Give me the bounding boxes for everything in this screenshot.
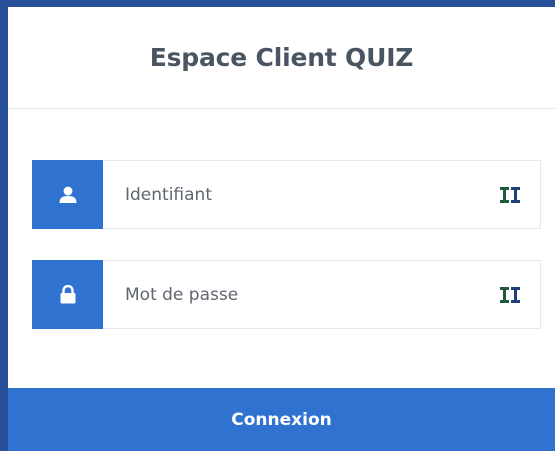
login-card: Espace Client QUIZ Identifiant Connexion bbox=[8, 7, 555, 451]
page-title: Espace Client QUIZ bbox=[149, 43, 414, 72]
user-icon bbox=[32, 160, 103, 229]
connexion-button[interactable]: Connexion bbox=[8, 388, 555, 451]
username-input[interactable] bbox=[103, 161, 480, 228]
password-field bbox=[32, 260, 541, 329]
autofill-icon[interactable] bbox=[480, 161, 540, 228]
lock-icon bbox=[32, 260, 103, 329]
autofill-icon[interactable] bbox=[480, 261, 540, 328]
card-header: Espace Client QUIZ bbox=[8, 7, 555, 109]
password-input[interactable] bbox=[103, 261, 480, 328]
username-field bbox=[32, 160, 541, 229]
